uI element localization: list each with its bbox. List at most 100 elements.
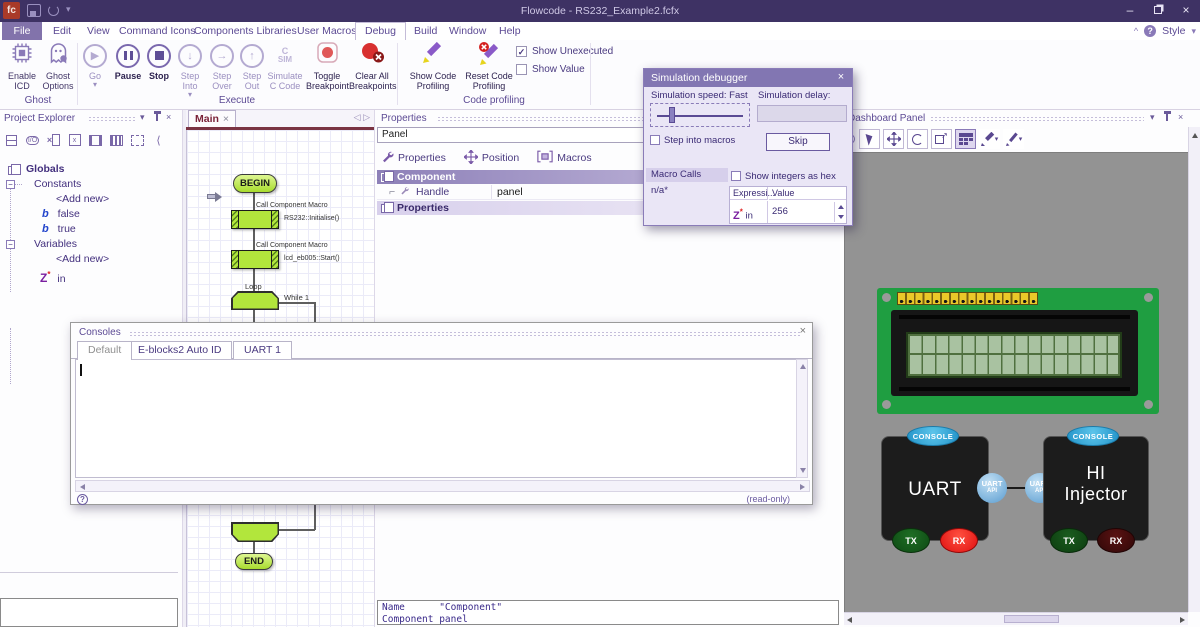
help-icon[interactable]: ?: [1144, 25, 1156, 37]
undo-icon[interactable]: [48, 5, 59, 16]
components-grid-icon[interactable]: [955, 129, 976, 149]
skip-button[interactable]: Skip: [766, 133, 830, 151]
uart-component[interactable]: UART: [881, 436, 989, 541]
scroll-right-icon[interactable]: [1180, 617, 1185, 623]
menu-edit[interactable]: Edit: [44, 22, 80, 40]
collapse-expander-icon[interactable]: −: [6, 180, 15, 189]
show-unexecuted-checkbox[interactable]: ✓ Show Unexecuted: [516, 46, 613, 57]
debugger-close-icon[interactable]: ×: [834, 69, 848, 87]
pause-button[interactable]: Pause: [112, 42, 144, 81]
select-cursor-icon[interactable]: [859, 129, 880, 149]
tree-item-globals[interactable]: Globals: [0, 162, 182, 177]
tree-item-in[interactable]: Z* in: [0, 267, 182, 282]
injector-console-badge[interactable]: CONSOLE: [1067, 426, 1119, 446]
hi-injector-component[interactable]: HI Injector: [1043, 436, 1149, 541]
show-value-checkbox[interactable]: Show Value: [516, 64, 585, 75]
panel-dropdown-icon[interactable]: ▾: [1150, 112, 1155, 123]
uart-tx-port[interactable]: TX: [892, 528, 930, 553]
dashboard-vertical-scrollbar[interactable]: [1188, 127, 1200, 612]
pin-icon[interactable]: [1166, 114, 1168, 121]
pan-move-icon[interactable]: [883, 129, 904, 149]
hex-checkbox[interactable]: [731, 171, 741, 181]
speed-slider[interactable]: [650, 103, 750, 127]
dashboard-horizontal-scrollbar[interactable]: [844, 612, 1188, 625]
handle-value[interactable]: panel: [497, 185, 523, 200]
tool-pen-icon[interactable]: ▾: [979, 129, 1000, 149]
scroll-left-icon[interactable]: [80, 484, 85, 490]
tree-item-constants[interactable]: − Constants: [0, 177, 182, 192]
tree-item-variables[interactable]: − Variables: [0, 237, 182, 252]
stop-button[interactable]: Stop: [145, 42, 173, 81]
injector-rx-port[interactable]: RX: [1097, 528, 1135, 553]
tab-properties[interactable]: Properties: [381, 150, 446, 166]
console-output-area[interactable]: [75, 359, 797, 478]
dashboard-canvas[interactable]: UART CONSOLE TX RX UARTAPI UARTAPI HI In…: [844, 152, 1188, 612]
show-code-profiling-button[interactable]: Show Code Profiling: [402, 42, 464, 91]
flow-end-node[interactable]: END: [235, 553, 273, 570]
flow-loop-start[interactable]: [231, 291, 279, 310]
spinner-up-icon[interactable]: [838, 205, 844, 209]
console-vertical-scrollbar[interactable]: [796, 359, 808, 478]
value-spinner[interactable]: [834, 202, 845, 222]
collapse-ribbon-icon[interactable]: ^: [1134, 26, 1138, 36]
menu-file[interactable]: File: [2, 22, 42, 40]
console-tab-uart1[interactable]: UART 1: [233, 341, 292, 359]
scale-icon[interactable]: ↗: [931, 129, 952, 149]
console-horizontal-scrollbar[interactable]: [75, 480, 810, 492]
step-over-button[interactable]: → Step Over: [206, 42, 238, 91]
ghost-options-button[interactable]: Ghost Options: [40, 42, 76, 91]
rotate-icon[interactable]: [907, 129, 928, 149]
flow-call-macro-2[interactable]: [231, 250, 279, 269]
flow-begin-node[interactable]: BEGIN: [233, 174, 277, 193]
simulate-c-code-button[interactable]: CSIM Simulate C Code: [266, 42, 304, 91]
value-column-header[interactable]: Value: [769, 187, 846, 200]
tree-item-true[interactable]: b true: [0, 222, 182, 237]
menu-user-macros[interactable]: User Macros: [288, 22, 366, 40]
reset-code-profiling-button[interactable]: Reset Code Profiling: [464, 42, 514, 91]
minimize-button[interactable]: –: [1116, 0, 1144, 22]
slider-thumb[interactable]: [669, 107, 675, 123]
tree-item-add-new-constant[interactable]: <Add new>: [0, 192, 182, 207]
scroll-thumb[interactable]: [1004, 615, 1059, 623]
tree-item-false[interactable]: b false: [0, 207, 182, 222]
tab-position[interactable]: Position: [464, 150, 519, 167]
console-tab-default[interactable]: Default: [77, 341, 132, 360]
step-out-button[interactable]: ↑ Step Out: [237, 42, 267, 91]
delete-component-icon[interactable]: ×: [44, 131, 63, 149]
io-icon[interactable]: I/O: [23, 131, 42, 149]
lcd-module[interactable]: [877, 288, 1159, 414]
toggle-breakpoint-button[interactable]: Toggle Breakpoint: [306, 42, 348, 91]
debugger-titlebar[interactable]: Simulation debugger: [644, 69, 852, 87]
bracket-icon[interactable]: ⟨: [149, 131, 168, 149]
watch-row-name[interactable]: Z* in: [730, 201, 768, 223]
clear-all-breakpoints-button[interactable]: Clear All Breakpoints: [349, 42, 395, 91]
expression-column-header[interactable]: Expressi...: [730, 187, 768, 200]
scroll-right-icon[interactable]: [800, 484, 805, 490]
save-icon[interactable]: [27, 4, 41, 17]
component-bar-icon[interactable]: [86, 131, 105, 149]
uart-rx-port[interactable]: RX: [940, 528, 978, 553]
tab-close-icon[interactable]: ×: [223, 113, 229, 125]
tree-item-add-new-variable[interactable]: <Add new>: [0, 252, 182, 267]
watch-row-value[interactable]: 256: [769, 201, 829, 223]
step-into-macros-checkbox[interactable]: [650, 135, 660, 145]
go-button[interactable]: ▶ Go ▾: [80, 42, 110, 89]
consoles-close-icon[interactable]: ×: [800, 325, 806, 337]
scroll-down-icon[interactable]: [800, 468, 806, 473]
menu-debug[interactable]: Debug: [355, 22, 406, 40]
menu-window[interactable]: Window: [440, 22, 495, 40]
step-into-button[interactable]: ↓ Step Into ▾: [174, 42, 206, 99]
panel-close-icon[interactable]: ×: [166, 112, 171, 122]
console-help-icon[interactable]: ?: [77, 494, 88, 505]
flow-loop-end[interactable]: [231, 522, 279, 542]
restore-button[interactable]: [1144, 0, 1172, 22]
collapse-expander-icon[interactable]: −: [6, 240, 15, 249]
dashed-box-icon[interactable]: [128, 131, 147, 149]
delay-input[interactable]: [757, 105, 847, 122]
menu-help[interactable]: Help: [490, 22, 530, 40]
uart-console-badge[interactable]: CONSOLE: [907, 426, 959, 446]
panel-dropdown-icon[interactable]: ▾: [140, 112, 145, 123]
spinner-down-icon[interactable]: [838, 215, 844, 219]
tool-brush-icon[interactable]: ▾: [1003, 129, 1024, 149]
tab-macros[interactable]: Macros: [537, 150, 591, 166]
